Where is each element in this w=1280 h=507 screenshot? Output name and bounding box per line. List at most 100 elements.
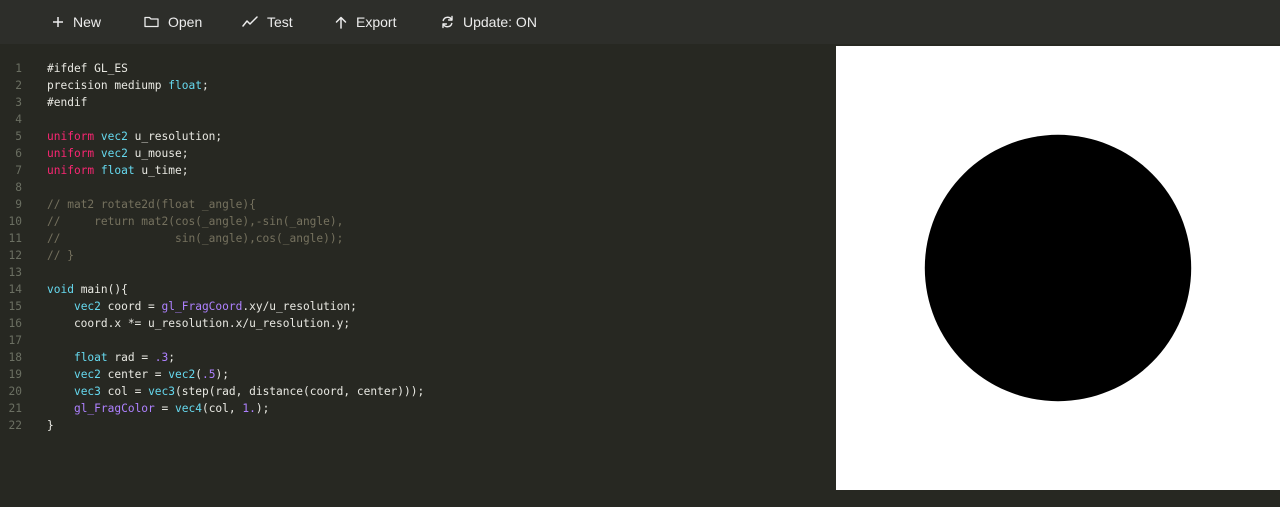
- code-text: precision mediump float;: [47, 77, 209, 94]
- code-line[interactable]: 1 #ifdef GL_ES: [0, 60, 836, 77]
- export-button[interactable]: Export: [335, 0, 396, 44]
- code-line[interactable]: 11 // sin(_angle),cos(_angle));: [0, 230, 836, 247]
- code-text: // mat2 rotate2d(float _angle){: [47, 196, 256, 213]
- code-editor[interactable]: 1 #ifdef GL_ES 2 precision mediump float; 3 #…: [0, 44, 836, 507]
- code-line[interactable]: 15 vec2 coord = gl_FragCoord.xy/u_resolu…: [0, 298, 836, 315]
- code-token: coord =: [100, 300, 162, 313]
- code-token: // return mat2(cos(_angle),-sin(_angle),: [47, 215, 344, 228]
- code-text: uniform float u_time;: [47, 162, 188, 179]
- export-label: Export: [356, 14, 397, 30]
- update-toggle[interactable]: Update: ON: [441, 0, 537, 44]
- code-token: =: [154, 402, 175, 415]
- shader-preview: [836, 46, 1280, 490]
- code-line[interactable]: 18 float rad = .3;: [0, 349, 836, 366]
- toolbar: New Open Test Export Update: ON: [0, 0, 1280, 44]
- code-line[interactable]: 6 uniform vec2 u_mouse;: [0, 145, 836, 162]
- code-token: float: [100, 164, 135, 177]
- line-number: 10: [8, 215, 22, 228]
- code-token: vec2: [100, 130, 128, 143]
- code-line[interactable]: 7 uniform float u_time;: [0, 162, 836, 179]
- code-token: // }: [47, 249, 74, 262]
- code-line[interactable]: 19 vec2 center = vec2(.5);: [0, 366, 836, 383]
- arrow-up-icon: [335, 16, 347, 29]
- line-number: 4: [15, 113, 22, 126]
- code-token: vec2: [168, 368, 196, 381]
- code-line[interactable]: 5 uniform vec2 u_resolution;: [0, 128, 836, 145]
- code-line[interactable]: 21 gl_FragColor = vec4(col, 1.);: [0, 400, 836, 417]
- code-token: float: [73, 351, 108, 364]
- code-text: uniform vec2 u_resolution;: [47, 128, 222, 145]
- plus-icon: [52, 16, 64, 28]
- line-number: 8: [15, 181, 22, 194]
- code-token: ;: [201, 79, 209, 92]
- code-line[interactable]: 14 void main(){: [0, 281, 836, 298]
- new-button[interactable]: New: [52, 0, 101, 44]
- line-number: 3: [15, 96, 22, 109]
- line-number: 17: [8, 334, 22, 347]
- code-line[interactable]: 3 #endif: [0, 94, 836, 111]
- code-token: ;: [168, 351, 176, 364]
- code-line[interactable]: 20 vec3 col = vec3(step(rad, distance(co…: [0, 383, 836, 400]
- test-button[interactable]: Test: [242, 0, 293, 44]
- code-token: vec3: [148, 385, 176, 398]
- trend-icon: [242, 16, 258, 28]
- line-number: 20: [8, 385, 22, 398]
- code-line[interactable]: 22}: [0, 417, 836, 434]
- code-line[interactable]: 8: [0, 179, 836, 196]
- code-token: gl_FragColor: [73, 402, 155, 415]
- code-text: uniform vec2 u_mouse;: [47, 145, 188, 162]
- code-line[interactable]: 4: [0, 111, 836, 128]
- line-number: 9: [15, 198, 22, 211]
- code-text: coord.x *= u_resolution.x/u_resolution.y…: [47, 315, 350, 332]
- code-token: coord.x *= u_resolution.x/u_resolution.y…: [47, 317, 351, 330]
- code-token: 1.: [242, 402, 256, 415]
- code-text: void main(){: [47, 281, 128, 298]
- code-token: precision mediump: [47, 79, 169, 92]
- test-label: Test: [267, 14, 293, 30]
- code-token: // sin(_angle),cos(_angle));: [47, 232, 344, 245]
- preview-canvas: [836, 46, 1280, 490]
- code-token: .5: [201, 368, 216, 381]
- line-number: 12: [8, 249, 22, 262]
- line-number: 22: [8, 419, 22, 432]
- code-text: #endif: [47, 94, 87, 111]
- code-token: void: [47, 283, 74, 296]
- line-number: 16: [8, 317, 22, 330]
- code-line[interactable]: 12 // }: [0, 247, 836, 264]
- code-token: rad =: [107, 351, 155, 364]
- code-token: gl_FragCoord: [161, 300, 243, 313]
- code-token: vec2: [73, 300, 101, 313]
- line-number: 11: [8, 232, 22, 245]
- code-token: // mat2 rotate2d(float _angle){: [47, 198, 256, 211]
- code-line[interactable]: 16 coord.x *= u_resolution.x/u_resolutio…: [0, 315, 836, 332]
- code-text: vec3 col = vec3(step(rad, distance(coord…: [47, 383, 424, 400]
- code-text: gl_FragColor = vec4(col, 1.);: [47, 400, 269, 417]
- open-label: Open: [168, 14, 203, 30]
- folder-icon: [144, 16, 159, 28]
- code-token: );: [255, 402, 270, 415]
- code-line[interactable]: 17: [0, 332, 836, 349]
- code-token: );: [215, 368, 229, 381]
- code-token: vec2: [100, 147, 128, 160]
- line-number: 7: [15, 164, 22, 177]
- code-text: vec2 coord = gl_FragCoord.xy/u_resolutio…: [47, 298, 357, 315]
- code-line[interactable]: 9 // mat2 rotate2d(float _angle){: [0, 196, 836, 213]
- code-line[interactable]: 10 // return mat2(cos(_angle),-sin(_angle…: [0, 213, 836, 230]
- code-token: .xy/u_resolution;: [242, 300, 357, 313]
- line-number: 13: [8, 266, 22, 279]
- code-token: u_resolution;: [127, 130, 223, 143]
- code-text: }: [47, 417, 54, 434]
- code-token: #ifdef GL_ES: [47, 62, 128, 75]
- code-token: (: [195, 368, 202, 381]
- code-token: uniform: [47, 147, 95, 160]
- code-line[interactable]: 13: [0, 264, 836, 281]
- preview-circle: [924, 134, 1192, 402]
- code-line[interactable]: 2 precision mediump float;: [0, 77, 836, 94]
- code-token: vec4: [175, 402, 202, 415]
- open-button[interactable]: Open: [144, 0, 202, 44]
